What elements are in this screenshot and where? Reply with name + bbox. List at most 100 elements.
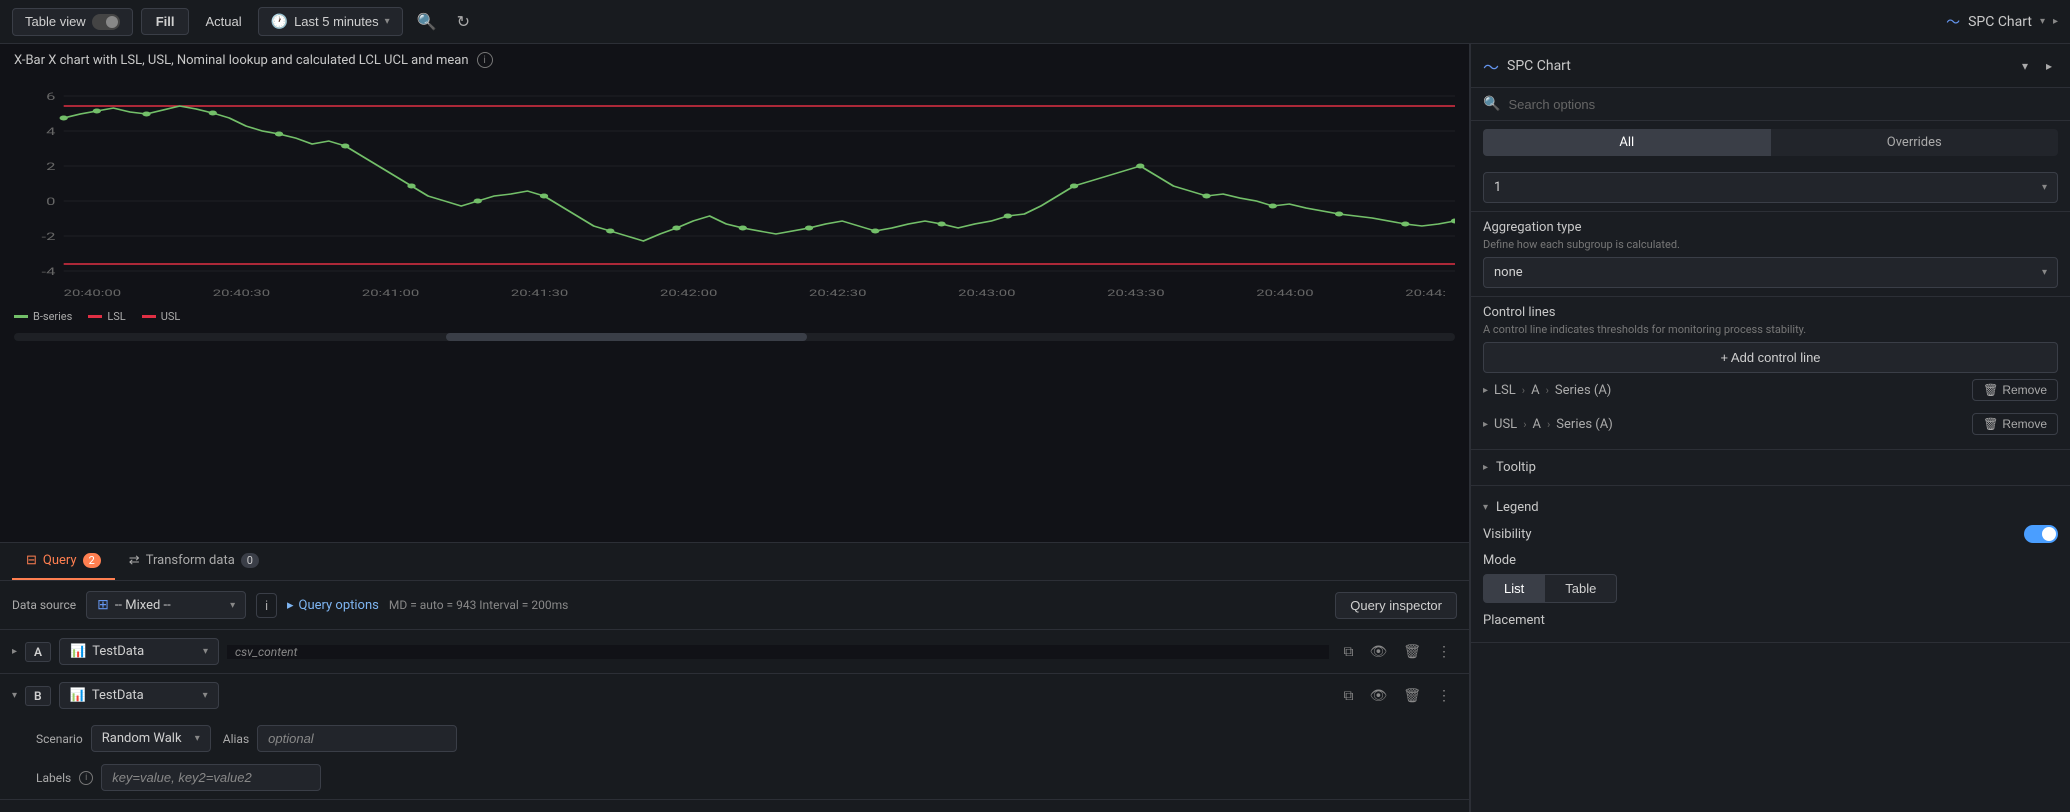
usl-chevron: ▸: [1483, 419, 1488, 430]
visibility-toggle[interactable]: [2024, 525, 2058, 543]
query-b-visibility[interactable]: 👁: [1363, 683, 1393, 708]
remove-usl-button[interactable]: 🗑 Remove: [1972, 413, 2058, 435]
clock-icon: 🕐: [271, 13, 288, 30]
query-b-menu[interactable]: ⋮: [1431, 683, 1457, 708]
tooltip-section: ▸ Tooltip: [1471, 450, 2070, 486]
mode-label: Mode: [1483, 553, 2058, 568]
query-b-datasource[interactable]: 📊 TestData ▾: [59, 682, 219, 709]
option-dropdown-1[interactable]: 1 ▾: [1483, 172, 2058, 203]
legend-section: ▾ Legend Visibility Mode List Table Plac…: [1471, 486, 2070, 643]
query-a-menu[interactable]: ⋮: [1431, 639, 1457, 664]
chart-legend: B-series LSL USL: [0, 306, 1469, 331]
transform-badge: 0: [241, 553, 259, 568]
chart-scrollbar-thumb[interactable]: [446, 333, 806, 341]
dropdown-1-chevron: ▾: [2042, 182, 2047, 193]
svg-text:20:40:30: 20:40:30: [213, 289, 271, 299]
query-options-arrow: ▸: [287, 598, 294, 613]
query-b-toggle[interactable]: ▾: [12, 690, 17, 701]
svg-text:20:40:00: 20:40:00: [64, 289, 122, 299]
query-row-b: ▾ B 📊 TestData ▾ ⧉ 👁 🗑 ⋮: [0, 674, 1469, 800]
aggregation-dropdown[interactable]: none ▾: [1483, 257, 2058, 288]
search-options-bar: 🔍: [1471, 88, 2070, 121]
query-a-copy[interactable]: ⧉: [1337, 639, 1359, 664]
tab-overrides[interactable]: Overrides: [1771, 129, 2059, 156]
mode-table-button[interactable]: Table: [1545, 574, 1617, 603]
search-options-input[interactable]: [1508, 97, 2058, 112]
legend-header[interactable]: ▾ Legend: [1483, 494, 2058, 525]
query-a-ds-label: TestData: [92, 644, 144, 659]
aggregation-value: none: [1494, 265, 1523, 280]
svg-text:20:43:00: 20:43:00: [958, 289, 1016, 299]
control-lines-label: Control lines: [1483, 305, 2058, 320]
panel-chevron-down-btn[interactable]: ▾: [2016, 55, 2034, 77]
datasource-info-button[interactable]: i: [256, 593, 277, 618]
scenario-group: Scenario Random Walk ▾: [36, 725, 211, 752]
right-panel-topbar: 〜 SPC Chart ▾ ▸: [1471, 44, 2070, 88]
legend-chevron: ▾: [1483, 502, 1488, 513]
query-tabs: ⊟ Query 2 ⇄ Transform data 0: [0, 543, 1469, 581]
query-options-toggle[interactable]: ▸ Query options: [287, 598, 379, 613]
table-view-label: Table view: [25, 14, 86, 29]
legend-b-series-label: B-series: [33, 310, 72, 323]
dropdown-1-value: 1: [1494, 180, 1501, 195]
lsl-a: A: [1531, 383, 1539, 398]
svg-text:20:41:00: 20:41:00: [362, 289, 420, 299]
zoom-out-button[interactable]: 🔍: [411, 8, 443, 36]
alias-input[interactable]: [257, 725, 457, 752]
labels-info-icon[interactable]: i: [79, 771, 93, 785]
tab-all[interactable]: All: [1483, 129, 1771, 156]
panel-name: 〜 SPC Chart: [1483, 54, 1571, 78]
scenario-select[interactable]: Random Walk ▾: [91, 725, 211, 752]
svg-text:4: 4: [46, 126, 56, 138]
panel-expand-btn[interactable]: ▸: [2040, 55, 2058, 77]
aggregation-label: Aggregation type: [1483, 220, 2058, 235]
aggregation-chevron: ▾: [2042, 267, 2047, 278]
tooltip-chevron: ▸: [1483, 462, 1488, 473]
left-panel: X-Bar X chart with LSL, USL, Nominal loo…: [0, 44, 1470, 812]
query-a-ds-chevron: ▾: [203, 646, 208, 657]
fill-button[interactable]: Fill: [141, 8, 190, 35]
chart-scrollbar[interactable]: [14, 333, 1455, 341]
tooltip-header[interactable]: ▸ Tooltip: [1471, 450, 2070, 485]
usl-a: A: [1533, 417, 1541, 432]
control-lines-desc: A control line indicates thresholds for …: [1483, 323, 2058, 336]
tab-transform[interactable]: ⇄ Transform data 0: [115, 543, 273, 580]
chart-title: X-Bar X chart with LSL, USL, Nominal loo…: [14, 53, 469, 68]
labels-input[interactable]: [101, 764, 321, 791]
svg-text:20:42:00: 20:42:00: [660, 289, 718, 299]
chart-info-icon[interactable]: i: [477, 52, 493, 68]
lsl-chevron: ▸: [1483, 385, 1488, 396]
query-a-datasource[interactable]: 📊 TestData ▾: [59, 638, 219, 665]
remove-lsl-button[interactable]: 🗑 Remove: [1972, 379, 2058, 401]
remove-lsl-label: Remove: [2002, 383, 2047, 397]
query-row-a: ▸ A 📊 TestData ▾ csv_content ⧉ 👁 🗑 ⋮: [0, 630, 1469, 674]
query-a-actions: ⧉ 👁 🗑 ⋮: [1337, 639, 1457, 664]
query-row-a-header: ▸ A 📊 TestData ▾ csv_content ⧉ 👁 🗑 ⋮: [0, 630, 1469, 673]
query-b-delete[interactable]: 🗑: [1397, 683, 1427, 708]
query-inspector-button[interactable]: Query inspector: [1335, 592, 1457, 619]
actual-button[interactable]: Actual: [197, 9, 249, 34]
time-range-label: Last 5 minutes: [294, 14, 379, 29]
lsl-arrow-1: ›: [1522, 384, 1525, 397]
query-a-toggle[interactable]: ▸: [12, 646, 17, 657]
ds-chevron-icon: ▾: [230, 600, 235, 611]
time-range-button[interactable]: 🕐 Last 5 minutes ▾: [258, 7, 403, 36]
visibility-row: Visibility: [1483, 525, 2058, 543]
testdata-a-icon: 📊: [70, 644, 86, 659]
tab-query[interactable]: ⊟ Query 2: [12, 543, 115, 580]
control-lines-section: Control lines A control line indicates t…: [1471, 297, 2070, 450]
query-row-b-body: Scenario Random Walk ▾ Alias: [0, 717, 1469, 760]
data-source-select[interactable]: ⊞ -- Mixed -- ▾: [86, 591, 246, 619]
refresh-button[interactable]: ↻: [451, 8, 476, 36]
svg-text:0: 0: [46, 196, 55, 208]
add-control-line-button[interactable]: + Add control line: [1483, 342, 2058, 373]
legend-label: Legend: [1496, 500, 1539, 515]
remove-usl-label: Remove: [2002, 417, 2047, 431]
svg-text:20:44:00: 20:44:00: [1256, 289, 1314, 299]
query-a-visibility[interactable]: 👁: [1363, 639, 1393, 664]
query-b-copy[interactable]: ⧉: [1337, 683, 1359, 708]
query-a-delete[interactable]: 🗑: [1397, 639, 1427, 664]
top-toolbar: Table view Fill Actual 🕐 Last 5 minutes …: [0, 0, 2070, 44]
table-view-toggle[interactable]: Table view: [12, 8, 133, 36]
mode-list-button[interactable]: List: [1483, 574, 1545, 603]
